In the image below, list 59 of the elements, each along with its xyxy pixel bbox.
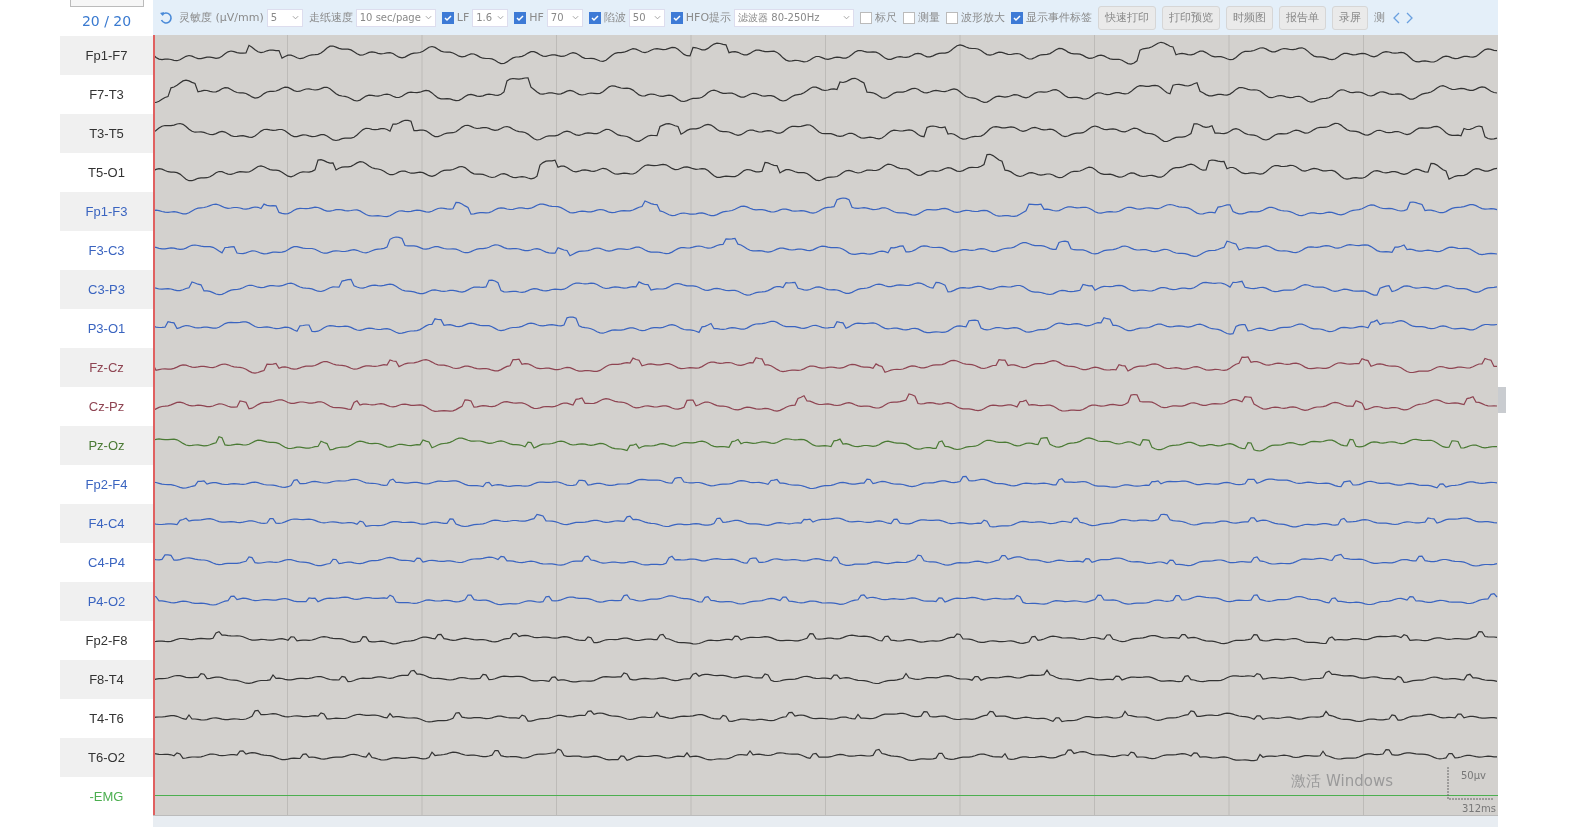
dropdown-value: 滤波器 80-250Hz (738, 10, 820, 25)
checkbox[interactable] (588, 11, 601, 24)
dropdown-value: 5 (270, 12, 278, 24)
toolbar-button[interactable]: 报告单 (1279, 5, 1327, 30)
side-handle[interactable] (1498, 387, 1506, 413)
checkbox[interactable] (946, 11, 959, 24)
scale-bar (1447, 766, 1494, 800)
toolbar-button[interactable]: 打印预览 (1162, 5, 1221, 30)
dropdown-value: 1.6 (476, 12, 493, 24)
channel-label: T6-O2 (60, 738, 153, 777)
caret-icon (653, 15, 661, 21)
dropdown[interactable]: 10 sec/page (355, 8, 436, 27)
time-scale-label: 312ms (1461, 803, 1496, 815)
field-label: HFO提示 (685, 10, 732, 26)
channel-label: Fz-Cz (60, 348, 153, 387)
checkbox[interactable] (1011, 11, 1024, 24)
caret-icon (843, 15, 851, 21)
dropdown[interactable]: 70 (546, 8, 583, 27)
activation-notice: 激活 Windows (1291, 772, 1393, 792)
field-label: HF (529, 11, 544, 25)
toolbar-button[interactable]: 时频图 (1226, 5, 1274, 30)
dropdown[interactable]: 5 (266, 8, 303, 27)
channel-label: T3-T5 (60, 114, 153, 153)
field-label: 陷波 (603, 10, 626, 26)
checkbox-label: 波形放大 (961, 10, 1006, 26)
checkbox-label: 标尺 (875, 10, 898, 26)
checkbox[interactable] (514, 11, 527, 24)
dropdown[interactable]: 滤波器 80-250Hz (734, 8, 855, 27)
channel-label: Fp1-F3 (60, 192, 153, 231)
dropdown[interactable]: 50 (628, 8, 665, 27)
dropdown-value: 50 (632, 12, 646, 24)
dropdown-value: 70 (550, 12, 564, 24)
amplitude-scale-label: 50μv (1461, 770, 1486, 782)
field-label: 灵敏度 (μV/mm) (179, 10, 264, 26)
caret-icon (497, 15, 505, 21)
field-label: 走纸速度 (308, 10, 353, 26)
page-counter: 20 / 20 (81, 13, 132, 29)
toolbar-text: 测 (1374, 10, 1386, 26)
channel-label: Pz-Oz (60, 426, 153, 465)
dropdown[interactable]: 1.6 (472, 8, 509, 27)
channel-label: Fp1-F7 (60, 36, 153, 75)
refresh-icon[interactable] (159, 10, 173, 25)
channel-label: C3-P3 (60, 270, 153, 309)
channel-label: F8-T4 (60, 660, 153, 699)
checkbox[interactable] (670, 11, 683, 24)
channel-label: F4-C4 (60, 504, 153, 543)
caret-icon (571, 15, 579, 21)
checkbox-label: 测量 (918, 10, 941, 26)
checkbox[interactable] (441, 11, 454, 24)
checkbox[interactable] (903, 11, 916, 24)
channel-label: P4-O2 (60, 582, 153, 621)
checkbox[interactable] (860, 11, 873, 24)
toolbar-button[interactable]: 快速打印 (1098, 5, 1157, 30)
checkbox-label: 显示事件标签 (1026, 10, 1093, 26)
caret-icon (291, 15, 299, 21)
dropdown-value: 10 sec/page (359, 12, 421, 24)
toolbar-button[interactable]: 录屏 (1332, 5, 1369, 30)
caret-icon (424, 15, 432, 21)
field-label: LF (456, 11, 470, 25)
